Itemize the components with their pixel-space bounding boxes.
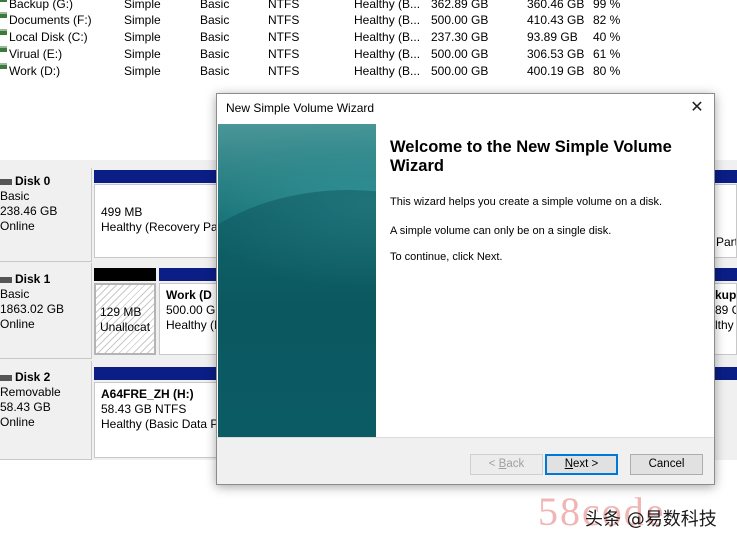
cancel-button[interactable]: Cancel [630, 454, 703, 475]
volume-pct-free: 61 % [593, 47, 621, 61]
next-button[interactable]: Next > [545, 454, 618, 475]
close-icon[interactable]: ✕ [680, 94, 714, 123]
partition-status: Healthy (I [166, 318, 218, 332]
volume-pct-free: 40 % [593, 30, 621, 44]
volume-layout: Simple [124, 30, 161, 44]
volume-icon [0, 63, 7, 69]
volume-name: Virual (E:) [9, 47, 63, 61]
wizard-side-banner [218, 124, 376, 437]
volume-type: Basic [200, 30, 230, 44]
partition-size: 89 G [715, 303, 736, 317]
next-accesskey: N [564, 458, 574, 470]
partition-status: Unallocat [100, 320, 151, 334]
volume-row[interactable]: Documents (F:) Simple Basic NTFS Healthy… [0, 12, 737, 29]
back-button[interactable]: < Back [470, 454, 543, 475]
volume-capacity: 500.00 GB [431, 64, 489, 78]
volume-icon [0, 46, 7, 52]
disk-name: Disk 1 [0, 272, 91, 287]
disk-state: Online [0, 317, 35, 331]
volume-capacity: 500.00 GB [431, 47, 489, 61]
partition-size: 500.00 GB [166, 303, 219, 317]
wizard-footer: < Back Next > Cancel [217, 437, 714, 484]
volume-free: 306.53 GB [527, 47, 585, 61]
volume-row[interactable]: Local Disk (C:) Simple Basic NTFS Health… [0, 29, 737, 46]
partition-size: 58.43 GB NTFS [101, 402, 187, 416]
source-credit: 头条 @易数科技 [585, 509, 717, 530]
volume-status: Healthy (B... [354, 64, 421, 78]
disk-type: Basic [0, 189, 30, 203]
volume-row[interactable]: Virual (E:) Simple Basic NTFS Healthy (B… [0, 46, 737, 63]
partition-name: Work (D [166, 288, 212, 302]
disk-state: Online [0, 415, 35, 429]
wizard-intro: This wizard helps you create a simple vo… [390, 196, 663, 208]
back-suffix: ack [506, 458, 525, 470]
wizard-note: A simple volume can only be on a single … [390, 225, 612, 237]
volume-capacity: 500.00 GB [431, 13, 489, 27]
partition-backup[interactable]: kup 89 G lthy [714, 283, 737, 355]
volume-type: Basic [200, 64, 230, 78]
partition-status: Healthy (Basic Data Pa [101, 417, 217, 431]
partition-status: Healthy (Recovery Par [101, 220, 217, 234]
volume-fs: NTFS [268, 30, 300, 44]
next-suffix: ext > [573, 458, 599, 470]
volume-status: Healthy (B... [354, 13, 421, 27]
volume-free: 400.19 GB [527, 64, 585, 78]
volume-fs: NTFS [268, 47, 300, 61]
volume-icon [0, 12, 7, 18]
partition-removable[interactable]: A64FRE_ZH (H:) 58.43 GB NTFS Healthy (Ba… [94, 382, 217, 458]
disk-name: Disk 2 [0, 370, 91, 385]
volume-type: Basic [200, 13, 230, 27]
new-simple-volume-wizard: New Simple Volume Wizard ✕ Welcome to th… [216, 93, 715, 485]
volume-name: Documents (F:) [9, 13, 92, 27]
volume-name: Work (D:) [9, 64, 61, 78]
partition-status: lthy [715, 318, 734, 332]
volume-capacity: 237.30 GB [431, 30, 489, 44]
wizard-heading: Welcome to the New Simple Volume Wizard [390, 138, 672, 175]
volume-pct-free: 82 % [593, 13, 621, 27]
disk-size: 1863.02 GB [0, 302, 65, 316]
wizard-titlebar[interactable]: New Simple Volume Wizard ✕ [217, 94, 714, 123]
volume-fs: NTFS [268, 13, 300, 27]
disk-label[interactable]: Disk 2 Removable 58.43 GB Online [0, 361, 92, 460]
volume-status: Healthy (B... [354, 47, 421, 61]
disk-label[interactable]: Disk 1 Basic 1863.02 GB Online [0, 263, 92, 359]
wizard-content: Welcome to the New Simple Volume Wizard … [376, 124, 714, 437]
volume-pct-free: 80 % [593, 64, 621, 78]
disk-size: 58.43 GB [0, 400, 51, 414]
partition-recovery[interactable]: 499 MB Healthy (Recovery Par [94, 184, 217, 258]
volume-layout: Simple [124, 47, 161, 61]
volume-type: Basic [200, 47, 230, 61]
volume-icon [0, 0, 7, 2]
partition-size: 499 MB [101, 205, 143, 219]
wizard-instruction: To continue, click Next. [390, 251, 503, 263]
volume-fs: NTFS [268, 64, 300, 78]
volume-status: Healthy (B... [354, 30, 421, 44]
partition-status: Part [716, 235, 737, 249]
partition-name: kup [715, 288, 737, 302]
disk-name: Disk 0 [0, 174, 91, 189]
volume-icon [0, 29, 7, 35]
volume-name: Local Disk (C:) [9, 30, 88, 44]
partition-name: A64FRE_ZH (H:) [101, 387, 194, 401]
partition-bar-unallocated [94, 268, 156, 281]
disk-state: Online [0, 219, 35, 233]
disk-label[interactable]: Disk 0 Basic 238.46 GB Online [0, 168, 92, 262]
back-prefix: < [488, 458, 499, 470]
volume-layout: Simple [124, 13, 161, 27]
partition-unallocated[interactable]: 129 MB Unallocat [94, 283, 156, 355]
disk-type: Basic [0, 287, 30, 301]
partition-work[interactable]: Work (D 500.00 GB Healthy (I [159, 283, 219, 355]
volume-layout: Simple [124, 64, 161, 78]
volume-free: 410.43 GB [527, 13, 585, 27]
volume-row[interactable]: Work (D:) Simple Basic NTFS Healthy (B..… [0, 63, 737, 80]
partition-right[interactable]: Part [714, 184, 737, 258]
disk-size: 238.46 GB [0, 204, 58, 218]
partition-size: 129 MB [100, 305, 142, 319]
volume-free: 93.89 GB [527, 30, 578, 44]
wizard-title: New Simple Volume Wizard [226, 101, 375, 115]
disk-type: Removable [0, 385, 61, 399]
